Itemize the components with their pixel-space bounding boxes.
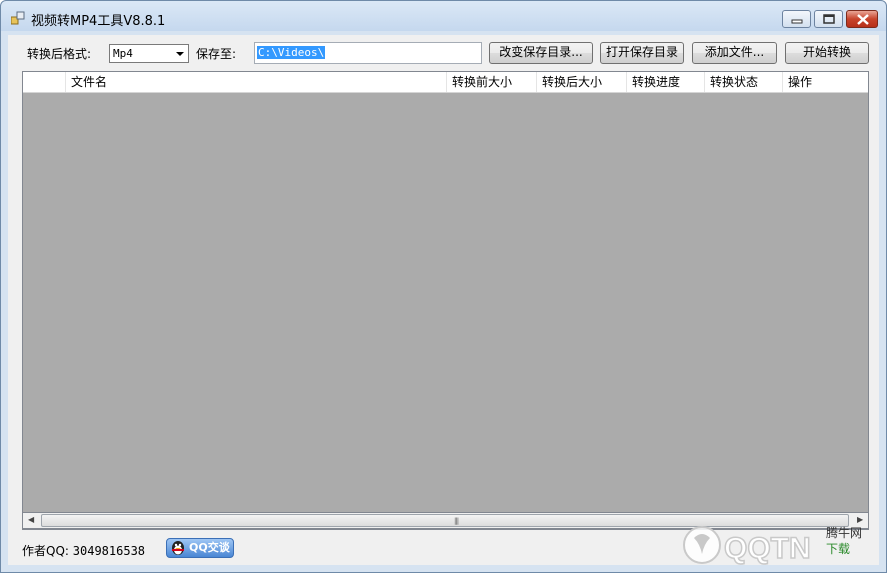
title-bar[interactable]: 视频转MP4工具V8.8.1 (1, 1, 886, 35)
chevron-down-icon (176, 52, 184, 56)
column-header-size-before[interactable]: 转换前大小 (446, 72, 536, 92)
column-header-size-after[interactable]: 转换后大小 (536, 72, 626, 92)
restore-icon (823, 14, 835, 24)
open-dir-button[interactable]: 打开保存目录 (600, 42, 684, 64)
scroll-right-icon[interactable]: ▶ (857, 515, 863, 524)
save-path-value: C:\Videos\ (257, 46, 326, 59)
qq-penguin-icon (172, 541, 184, 555)
watermark-site-name: 腾牛网 (826, 526, 863, 540)
maximize-button[interactable] (814, 10, 843, 28)
qqtn-logo-icon: QQTN (683, 526, 811, 566)
close-icon (857, 14, 869, 25)
save-path-input[interactable]: C:\Videos\ (254, 42, 482, 64)
app-icon (11, 11, 25, 25)
grid-header: 文件名 转换前大小 转换后大小 转换进度 转换状态 操作 (23, 72, 868, 93)
file-grid[interactable]: 文件名 转换前大小 转换后大小 转换进度 转换状态 操作 (22, 71, 869, 530)
client-area: 转换后格式: Mp4 保存至: C:\Videos\ 改变保存目录... 打开保… (8, 35, 879, 565)
format-select[interactable]: Mp4 (109, 44, 189, 63)
close-button[interactable] (846, 10, 878, 28)
minimize-icon (791, 19, 803, 24)
column-header-row-selector[interactable] (23, 72, 65, 92)
window-title: 视频转MP4工具V8.8.1 (31, 14, 166, 29)
save-to-label: 保存至: (196, 47, 237, 61)
change-dir-button[interactable]: 改变保存目录... (489, 42, 593, 64)
start-convert-button[interactable]: 开始转换 (785, 42, 869, 64)
add-file-button[interactable]: 添加文件... (692, 42, 777, 64)
minimize-button[interactable] (782, 10, 811, 28)
column-header-progress[interactable]: 转换进度 (626, 72, 704, 92)
column-header-status[interactable]: 转换状态 (704, 72, 782, 92)
format-label: 转换后格式: (27, 47, 92, 61)
author-info: 作者QQ: 3049816538 (22, 542, 145, 559)
column-header-filename[interactable]: 文件名 (65, 72, 446, 92)
column-header-action[interactable]: 操作 (782, 72, 868, 92)
qq-chat-label: QQ交谈 (189, 541, 230, 554)
grip-icon: ||| (454, 517, 459, 525)
watermark-site-suffix: 下载 (826, 542, 851, 556)
qq-chat-button[interactable]: QQ交谈 (166, 538, 234, 558)
main-window: 视频转MP4工具V8.8.1 转换后格式: Mp4 保存至: C:\Videos… (0, 0, 887, 573)
watermark-logo-text: QQTN (724, 532, 811, 565)
scroll-left-icon[interactable]: ◀ (28, 515, 34, 524)
author-qq: 3049816538 (72, 544, 146, 558)
author-label: 作者QQ: (22, 544, 69, 558)
format-select-value: Mp4 (113, 47, 133, 60)
